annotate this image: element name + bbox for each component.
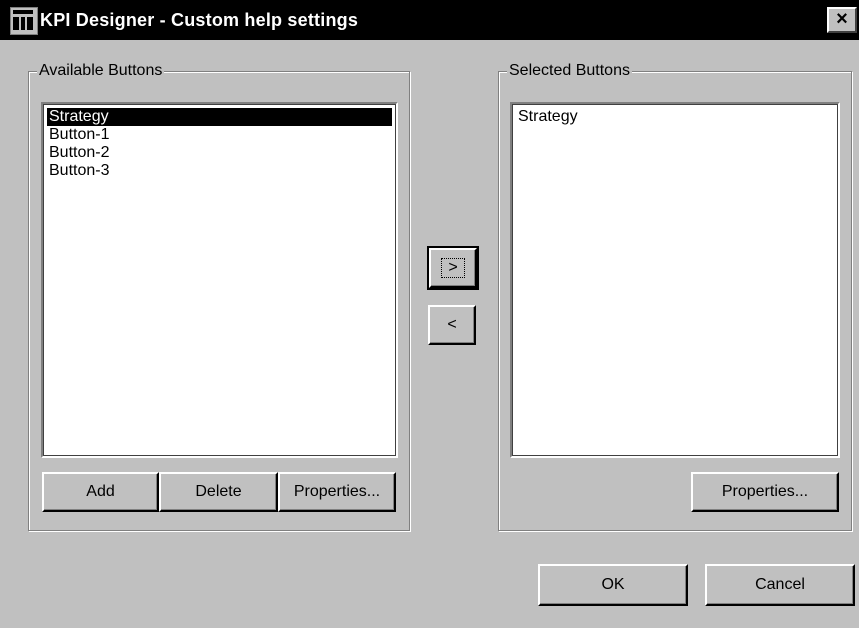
title-bar[interactable]: KPI Designer - Custom help settings × <box>0 0 859 40</box>
available-buttons-label: Available Buttons <box>37 61 165 81</box>
selected-buttons-label: Selected Buttons <box>507 61 632 81</box>
list-item[interactable]: Button-1 <box>47 126 392 144</box>
list-item[interactable]: Strategy <box>516 108 834 126</box>
move-left-button[interactable]: < <box>428 305 476 345</box>
move-right-button[interactable]: > <box>427 246 479 290</box>
window-title: KPI Designer - Custom help settings <box>40 10 359 30</box>
chevron-left-icon: < <box>447 316 457 333</box>
cancel-button[interactable]: Cancel <box>705 564 855 606</box>
list-item[interactable]: Button-3 <box>47 162 392 180</box>
close-button[interactable]: × <box>827 7 857 33</box>
available-properties-button[interactable]: Properties... <box>278 472 396 512</box>
chevron-right-icon: > <box>441 258 465 278</box>
selected-properties-button[interactable]: Properties... <box>691 472 839 512</box>
delete-button[interactable]: Delete <box>159 472 278 512</box>
app-window-icon[interactable] <box>10 7 38 35</box>
add-button[interactable]: Add <box>42 472 159 512</box>
list-item[interactable]: Strategy <box>47 108 392 126</box>
ok-button[interactable]: OK <box>538 564 688 606</box>
selected-buttons-list[interactable]: Strategy <box>510 102 840 458</box>
available-buttons-list[interactable]: Strategy Button-1 Button-2 Button-3 <box>41 102 398 458</box>
close-icon: × <box>836 8 848 30</box>
list-item[interactable]: Button-2 <box>47 144 392 162</box>
